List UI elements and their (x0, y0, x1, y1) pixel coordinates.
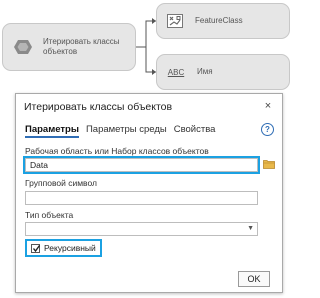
name-output-node[interactable]: ABC Имя (156, 54, 290, 90)
workspace-label: Рабочая область или Набор классов объект… (25, 146, 209, 156)
hexagon-tool-icon (13, 39, 33, 56)
browse-folder-button[interactable] (263, 156, 275, 169)
wildcard-label: Групповой символ (25, 178, 97, 188)
chevron-down-icon: ▼ (247, 225, 254, 232)
tab-parameters[interactable]: Параметры (25, 124, 79, 138)
feature-type-select[interactable]: ▼ (25, 222, 258, 236)
dialog-tabs: Параметры Параметры среды Свойства (25, 124, 215, 138)
checkbox-checked-icon (31, 243, 41, 253)
featureclass-output-node[interactable]: FeatureClass (156, 3, 290, 39)
dialog-title: Итерировать классы объектов (24, 101, 173, 113)
ok-button[interactable]: OK (238, 271, 270, 287)
iterate-feature-classes-node[interactable]: Итерировать классы объектов (2, 23, 136, 71)
feature-class-icon (165, 13, 185, 30)
close-button[interactable]: × (262, 99, 274, 113)
workspace-input[interactable]: Data (23, 156, 260, 174)
tool-dialog: Итерировать классы объектов × Параметры … (15, 93, 283, 293)
recursive-checkbox[interactable]: Рекурсивный (25, 239, 102, 257)
feature-type-label: Тип объекта (25, 210, 74, 220)
string-value-icon: ABC (167, 67, 185, 77)
wildcard-input[interactable] (25, 191, 258, 205)
name-output-label: Имя (197, 67, 213, 76)
tab-properties[interactable]: Свойства (174, 124, 216, 138)
help-button[interactable]: ? (261, 123, 274, 136)
featureclass-output-label: FeatureClass (195, 16, 243, 25)
tool-node-label: Итерировать классы объектов (43, 37, 120, 56)
recursive-label: Рекурсивный (44, 243, 96, 253)
folder-icon (263, 160, 275, 169)
tab-environments[interactable]: Параметры среды (86, 124, 167, 138)
